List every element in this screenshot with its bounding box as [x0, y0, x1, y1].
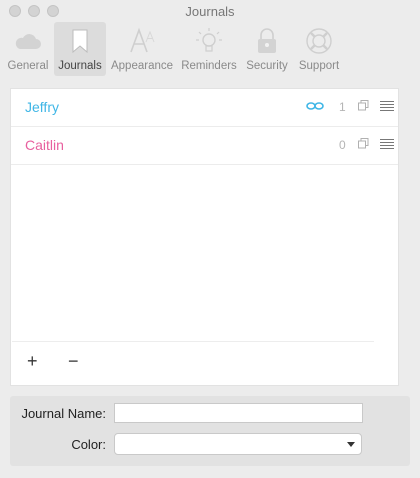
font-icon — [130, 27, 155, 53]
tab-support-label: Support — [298, 60, 340, 72]
window-title: Journals — [185, 4, 235, 19]
tab-security-label: Security — [246, 60, 288, 72]
color-select[interactable] — [114, 433, 362, 455]
journal-entry-count: 0 — [339, 138, 346, 152]
journal-name-label: Journal Name: — [21, 406, 106, 421]
title-bar: Journals — [0, 0, 420, 22]
lifebuoy-icon — [306, 28, 332, 54]
tab-security[interactable]: Security — [243, 22, 291, 76]
tab-journals[interactable]: Journals — [54, 22, 106, 76]
chevron-down-icon — [347, 442, 355, 447]
bookmark-icon — [72, 29, 88, 54]
drag-handle-icon[interactable] — [380, 139, 394, 151]
lock-icon — [258, 28, 276, 53]
tab-general-label: General — [7, 60, 49, 72]
preferences-toolbar: General Journals Appearance Reminders Se… — [0, 22, 420, 76]
color-label: Color: — [71, 437, 106, 452]
journal-entry-count: 1 — [339, 100, 346, 114]
journal-settings-form: Journal Name: Color: — [10, 396, 410, 466]
journals-list: Jeffry 1 Caitlin 0 + − — [10, 88, 399, 386]
link-icon — [306, 102, 324, 110]
drag-handle-icon[interactable] — [380, 101, 394, 113]
duplicate-icon[interactable] — [358, 100, 369, 111]
journal-name: Caitlin — [25, 137, 64, 153]
lightbulb-icon — [196, 28, 222, 52]
tab-support[interactable]: Support — [295, 22, 343, 76]
journal-name-input[interactable] — [114, 403, 363, 423]
remove-journal-button[interactable]: − — [68, 352, 79, 370]
tab-appearance-label: Appearance — [110, 60, 174, 72]
journal-row-caitlin[interactable]: Caitlin 0 — [11, 127, 398, 165]
tab-reminders-label: Reminders — [181, 60, 237, 72]
tab-appearance[interactable]: Appearance — [110, 22, 174, 76]
tab-general[interactable]: General — [5, 22, 51, 76]
list-footer: + − — [12, 341, 374, 384]
journal-row-jeffry[interactable]: Jeffry 1 — [11, 89, 398, 127]
tab-journals-label: Journals — [58, 60, 102, 72]
duplicate-icon[interactable] — [358, 138, 369, 149]
preferences-window: Journals General Journals Appearance Rem… — [0, 0, 420, 478]
add-journal-button[interactable]: + — [27, 352, 38, 370]
journal-name: Jeffry — [25, 99, 59, 115]
tab-reminders[interactable]: Reminders — [180, 22, 238, 76]
cloud-icon — [15, 34, 41, 49]
